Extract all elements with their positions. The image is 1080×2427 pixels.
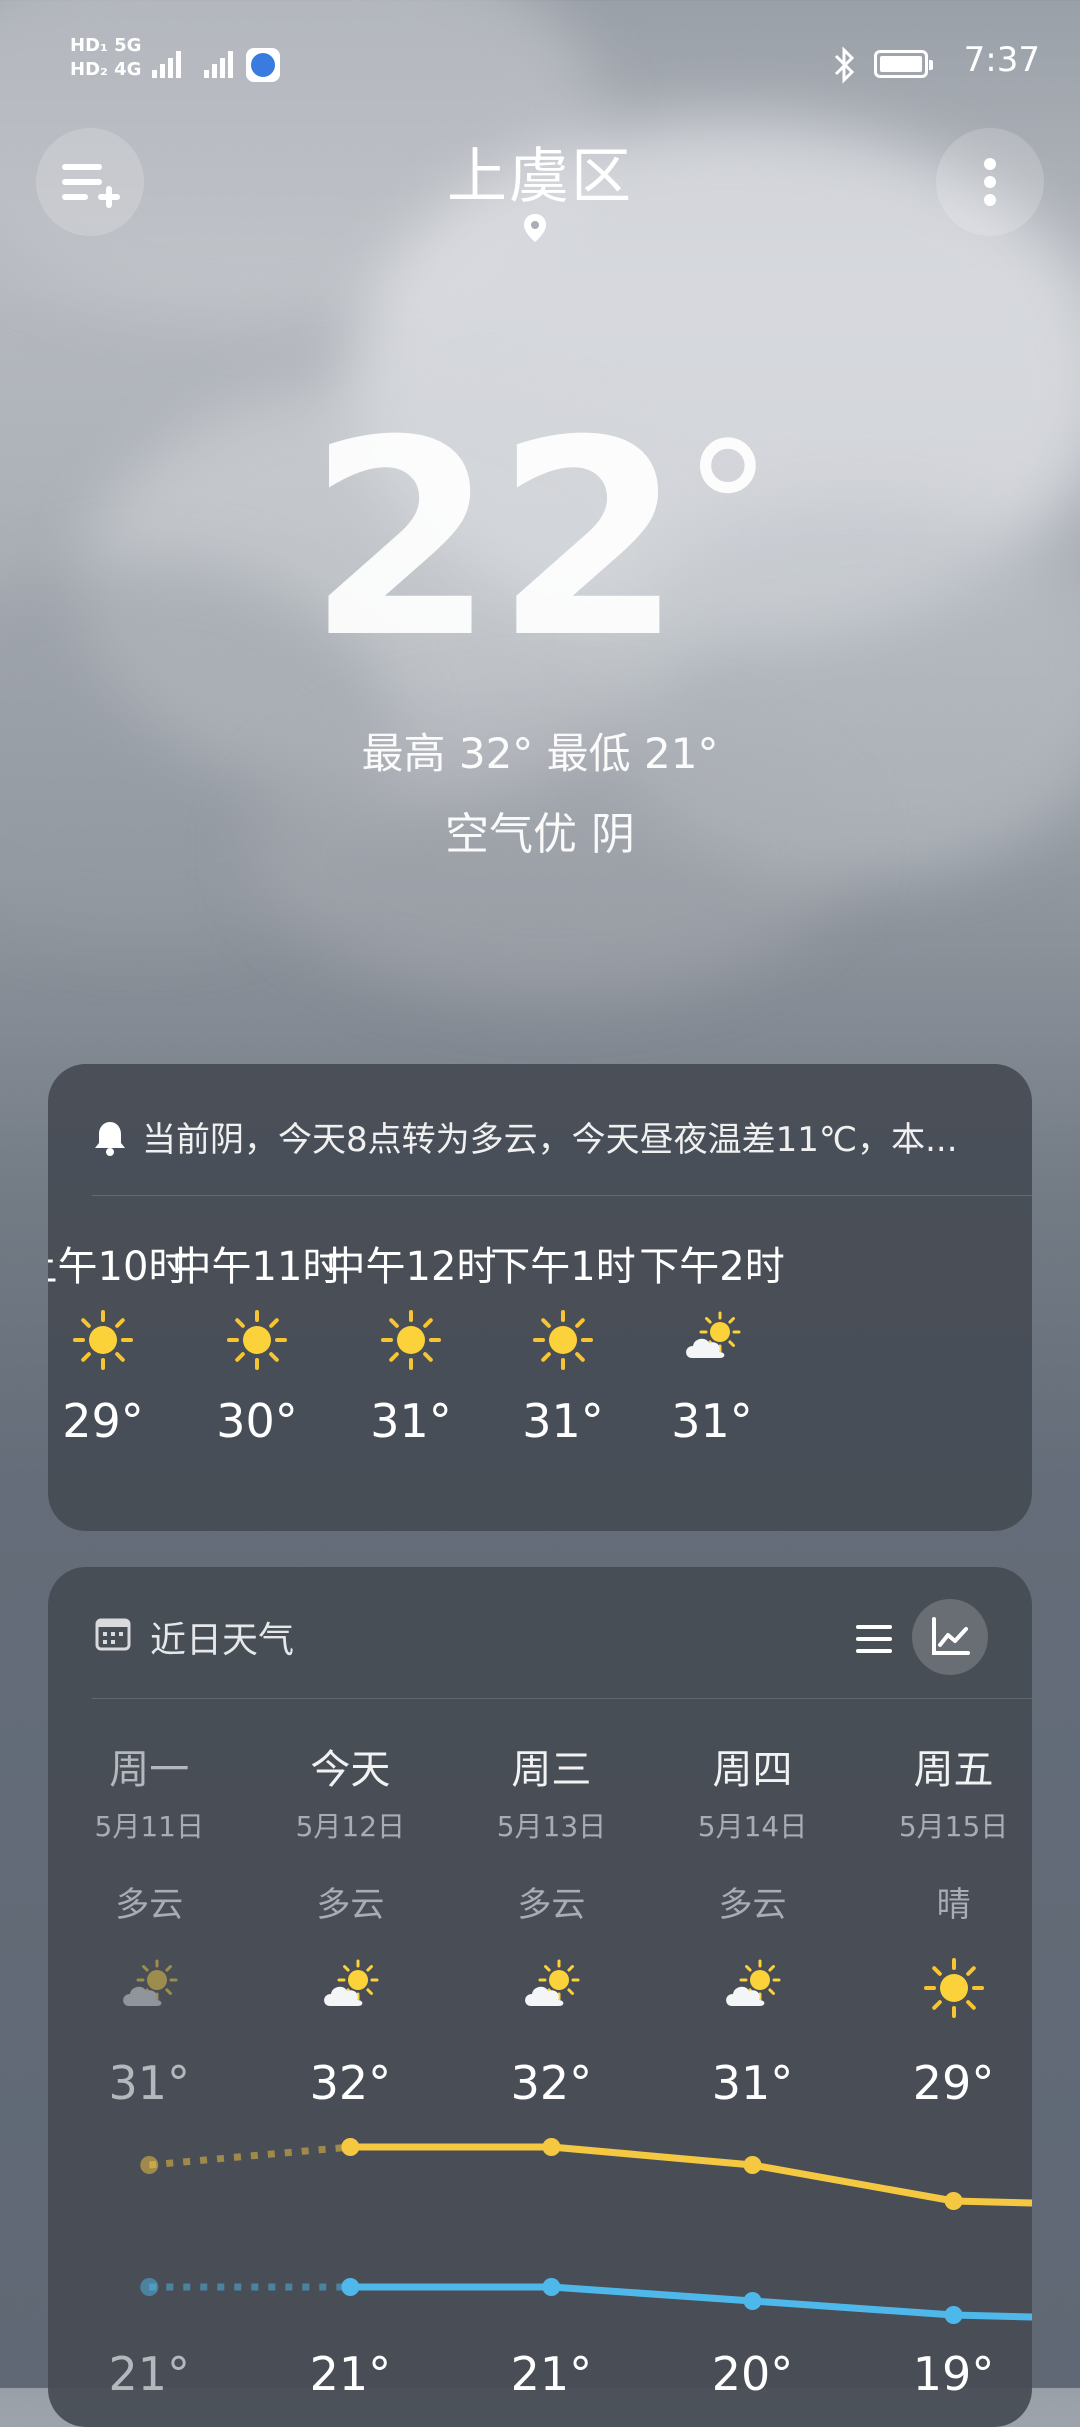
location-pin-icon (524, 214, 546, 242)
current-temperature: 22° (0, 405, 1080, 675)
high-temp-point (743, 2156, 762, 2174)
sun-icon (533, 1310, 593, 1370)
high-temp-point (542, 2138, 561, 2156)
status-bar: HD₁ 5G HD₂ 4G 7:37 (0, 0, 1080, 130)
low-temp-point (743, 2292, 762, 2310)
low-temp-line (346, 2283, 1032, 2321)
hour-temp: 31° (671, 1394, 753, 1448)
hour-label: 下午2时 (639, 1244, 785, 1290)
bell-icon (95, 1122, 125, 1156)
signal-indicators: HD₁ 5G HD₂ 4G (70, 36, 141, 80)
hour-icon-wrap (167, 1308, 347, 1378)
high-low-temperature: 最高 32° 最低 21° (361, 729, 719, 778)
low-temp-point (341, 2278, 360, 2296)
hourly-item[interactable]: 下午2时 31° (622, 1234, 802, 1448)
temperature-value: 22 (307, 382, 683, 697)
high-temp-point (944, 2192, 963, 2210)
card-divider (92, 1195, 1032, 1196)
partly-cloudy-icon (686, 1311, 741, 1358)
bluetooth-icon (834, 46, 855, 84)
battery-icon (874, 50, 933, 78)
daily-forecast-card: 近日天气 周一 5月11日 多云 31° 21° 今天 5月12日 多云 32° 21… (48, 1567, 1032, 2427)
high-temp-point (140, 2156, 159, 2174)
clock: 7:37 (963, 40, 1040, 80)
hourly-row[interactable]: 上午10时 29°中午11时 30°中午12时 31°下午1时 31°下午2时 … (48, 1234, 1032, 1494)
air-quality-weather[interactable]: 空气优 阴 (0, 798, 1080, 862)
weather-summary[interactable]: 当前阴，今天8点转为多云，今天昼夜温差11℃，本... (92, 1112, 992, 1161)
sim2-signal: HD₂ 4G (70, 59, 142, 80)
signal-bars-icon (152, 51, 233, 78)
high-temp-line (346, 2143, 1032, 2207)
high-temp-past-segment (148, 2143, 351, 2169)
hour-icon-wrap (622, 1308, 802, 1378)
hourly-forecast-card: 当前阴，今天8点转为多云，今天昼夜温差11℃，本... 上午10时 29°中午1… (48, 1064, 1032, 1531)
city-name[interactable]: 上虞区 (0, 128, 1080, 215)
hour-temp: 30° (216, 1394, 298, 1448)
low-temp-point (944, 2306, 963, 2324)
low-temp-point (542, 2278, 561, 2296)
sim1-signal: HD₁ 5G (70, 35, 142, 56)
sun-icon (73, 1310, 133, 1370)
app-notification-icon (246, 48, 280, 82)
degree-symbol: ° (682, 405, 773, 614)
hourly-item[interactable]: 中午11时 30° (167, 1234, 347, 1448)
temperature-trend-chart (140, 2138, 1032, 2324)
sun-icon (227, 1310, 287, 1370)
summary-text: 当前阴，今天8点转为多云，今天昼夜温差11℃，本... (142, 1120, 958, 1160)
hour-label: 中午11时 (171, 1244, 343, 1290)
low-temp-point (140, 2278, 159, 2296)
sun-icon (381, 1310, 441, 1370)
high-temp-point (341, 2138, 360, 2156)
